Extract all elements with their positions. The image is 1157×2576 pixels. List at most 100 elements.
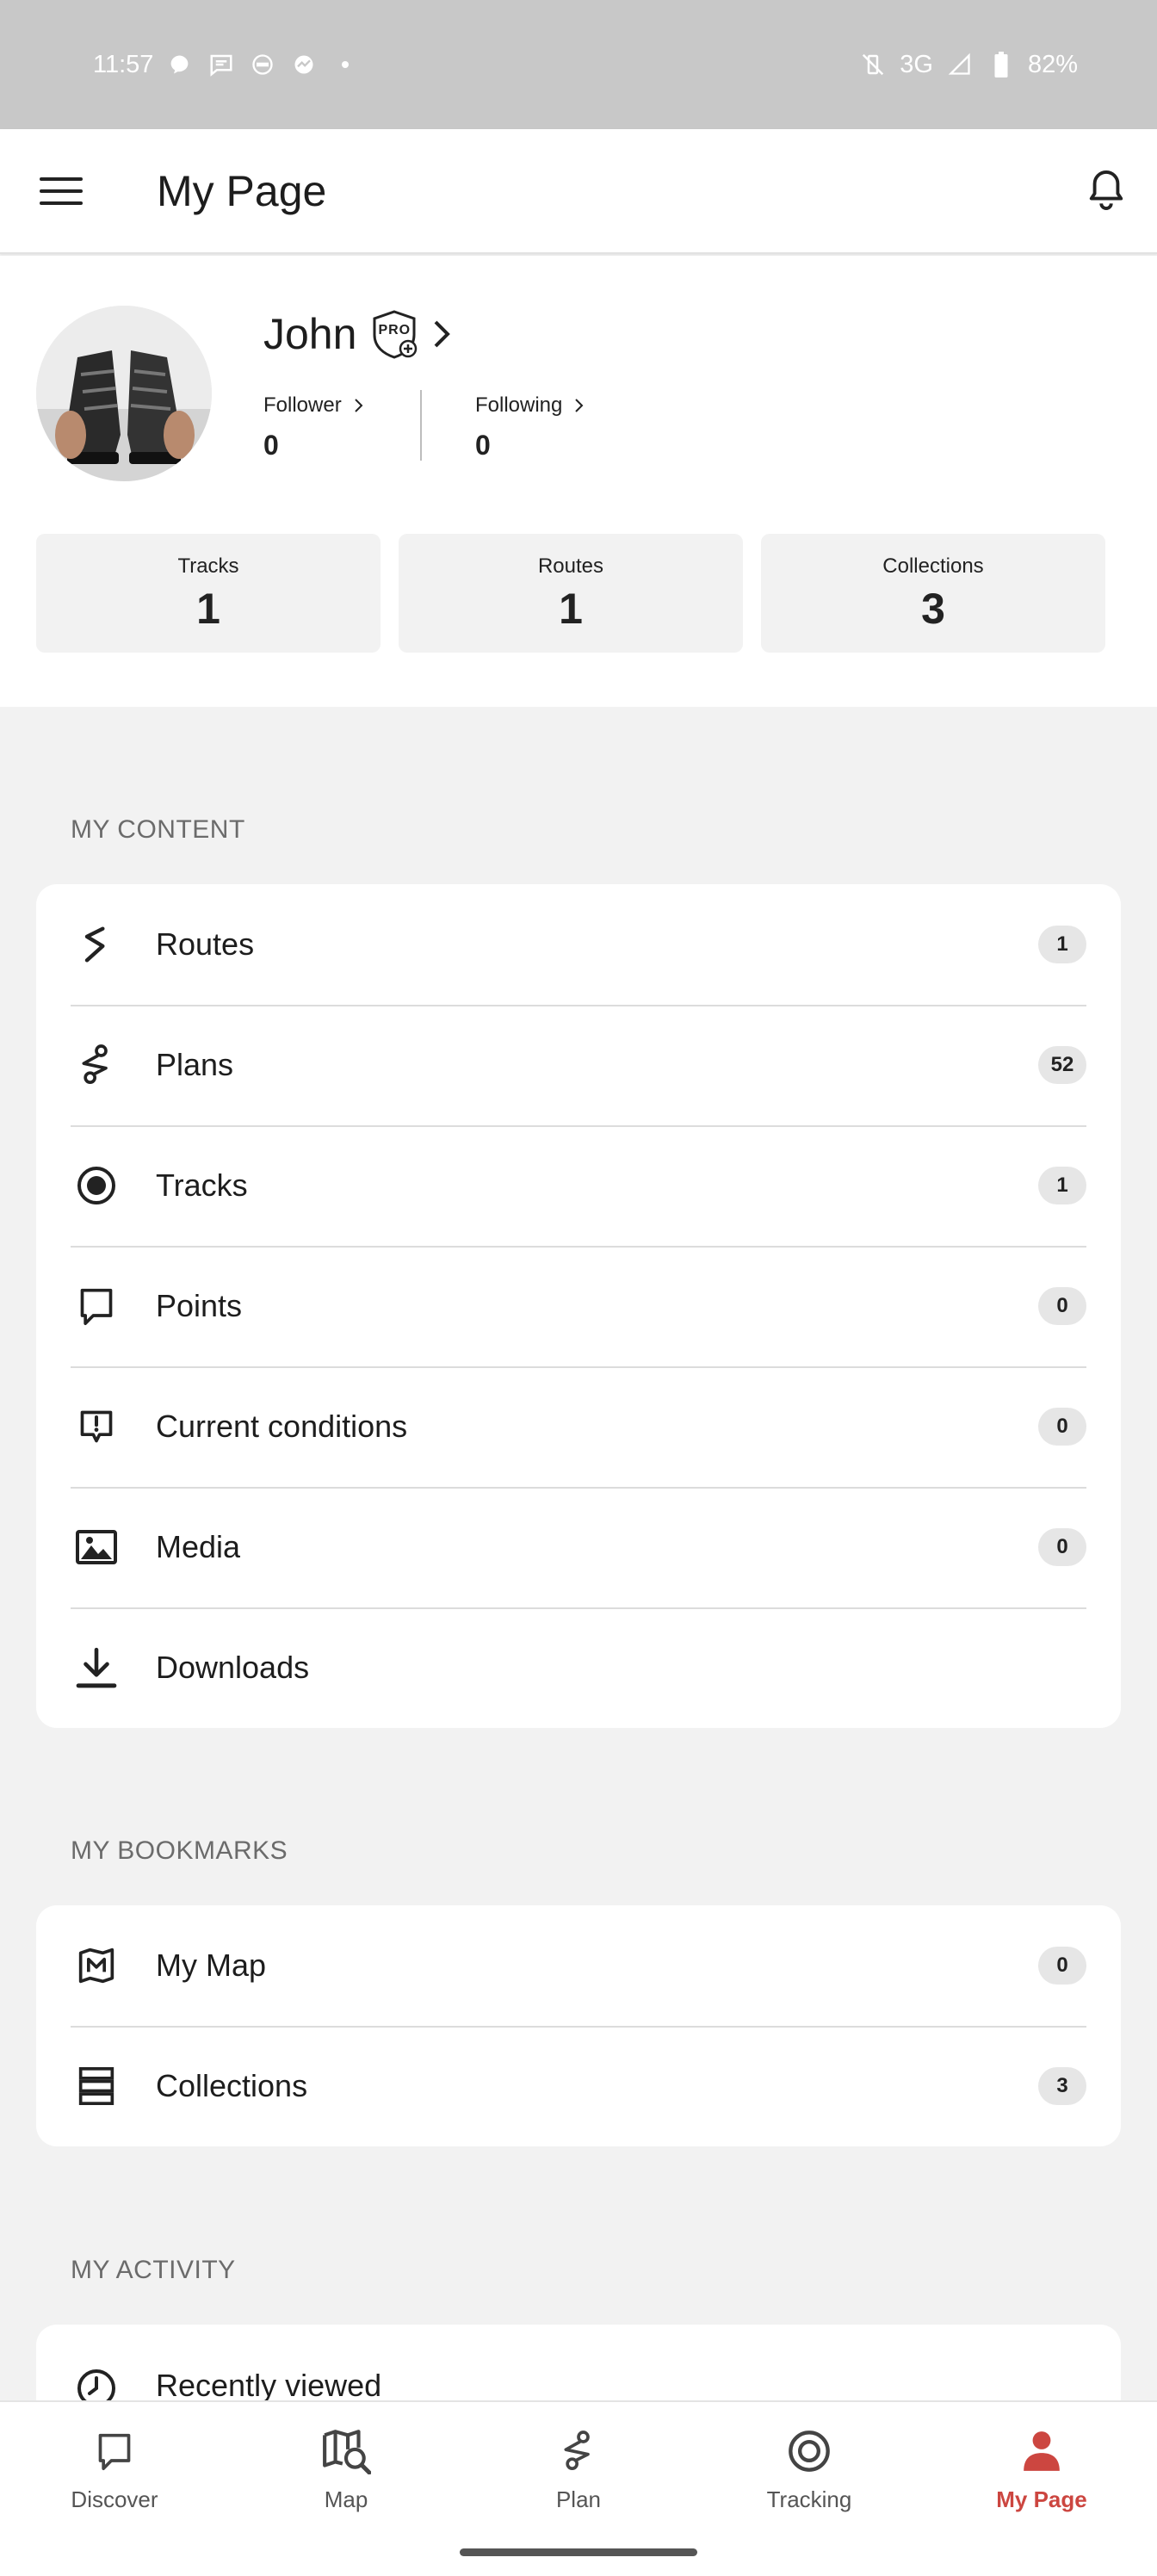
follow-divider: [420, 390, 422, 461]
list-item-plans[interactable]: Plans 52: [36, 1005, 1121, 1125]
count-badge: 1: [1038, 1167, 1086, 1204]
list-item-label: Collections: [156, 2068, 308, 2103]
count-badge: 0: [1038, 1287, 1086, 1325]
stat-label: Collections: [882, 554, 984, 578]
app-notification-icon: [289, 50, 319, 79]
stat-collections[interactable]: Collections 3: [761, 534, 1105, 653]
list-item-routes[interactable]: Routes 1: [36, 884, 1121, 1005]
nav-discover[interactable]: Discover: [28, 2423, 201, 2513]
stat-value: 1: [559, 585, 583, 633]
nav-label: Plan: [555, 2486, 602, 2512]
battery-icon: [987, 50, 1016, 79]
stat-value: 3: [921, 585, 945, 633]
list-item-downloads[interactable]: Downloads: [36, 1607, 1121, 1728]
list-item-collections[interactable]: Collections 3: [36, 2026, 1121, 2146]
route-icon: [71, 919, 122, 970]
stat-label: Routes: [537, 554, 604, 578]
plan-icon: [564, 2430, 590, 2470]
nav-label: My Page: [996, 2486, 1087, 2512]
follower-link[interactable]: Follower 0: [263, 393, 364, 461]
person-icon: [1024, 2431, 1060, 2471]
nav-tracking[interactable]: Tracking: [723, 2423, 895, 2513]
tracking-icon: [789, 2430, 830, 2472]
nav-plan[interactable]: Plan: [492, 2423, 665, 2513]
chat-bubble-icon: [165, 50, 195, 79]
user-name: John: [263, 310, 357, 358]
nav-my-page[interactable]: My Page: [956, 2423, 1128, 2513]
list-item-tracks[interactable]: Tracks 1: [36, 1125, 1121, 1246]
avatar[interactable]: [36, 306, 212, 481]
list-item-label: Downloads: [156, 1650, 310, 1685]
following-link[interactable]: Following 0: [475, 393, 585, 461]
list-item-label: My Map: [156, 1947, 267, 1983]
pro-badge-text: PRO: [378, 323, 411, 337]
chevron-right-icon: [575, 399, 584, 412]
count-badge: 1: [1038, 926, 1086, 963]
battery-level: 82%: [1027, 50, 1078, 78]
following-label: Following: [475, 393, 563, 417]
hamburger-menu-icon: [40, 177, 83, 205]
track-icon: [71, 1160, 122, 1211]
my-content-list: Routes 1 Plans 52 Tracks 1 Points 0 Curr…: [36, 884, 1121, 1728]
chevron-right-icon: [354, 399, 363, 412]
menu-button[interactable]: [33, 165, 90, 217]
bottom-navigation: Discover Map Plan Tracking My Page: [0, 2400, 1157, 2576]
list-item-label: Media: [156, 1529, 241, 1564]
list-item-label: Routes: [156, 926, 255, 962]
network-type: 3G: [900, 50, 933, 78]
my-bookmarks-heading: MY BOOKMARKS: [71, 1836, 288, 1865]
point-icon: [71, 1280, 122, 1332]
count-badge: 52: [1038, 1046, 1086, 1084]
more-notifications-icon: [331, 50, 360, 79]
notifications-button[interactable]: [1078, 162, 1135, 219]
page-title: My Page: [157, 167, 327, 215]
follower-label: Follower: [263, 393, 342, 417]
stat-label: Tracks: [177, 554, 239, 578]
count-badge: 0: [1038, 1528, 1086, 1566]
count-badge: 0: [1038, 1947, 1086, 1985]
list-item-label: Recently viewed: [156, 2368, 382, 2403]
avatar-boots-image: [36, 306, 212, 481]
list-item-label: Points: [156, 1288, 243, 1323]
follower-count: 0: [263, 430, 279, 461]
my-bookmarks-list: My Map 0 Collections 3: [36, 1905, 1121, 2146]
home-indicator[interactable]: [460, 2548, 697, 2556]
list-item-label: Current conditions: [156, 1409, 408, 1444]
list-item-label: Tracks: [156, 1167, 248, 1203]
map-search-icon: [323, 2430, 371, 2474]
download-icon: [71, 1642, 122, 1694]
list-item-current-conditions[interactable]: Current conditions 0: [36, 1366, 1121, 1487]
profile-name-link[interactable]: John PRO: [263, 309, 453, 359]
conditions-icon: [71, 1401, 122, 1452]
plan-icon: [71, 1039, 122, 1091]
map-icon: [71, 1940, 122, 1991]
list-item-label: Plans: [156, 1047, 234, 1082]
my-activity-heading: MY ACTIVITY: [71, 2256, 236, 2284]
pro-badge-icon: PRO: [370, 309, 418, 359]
profile-summary: John PRO Follower 0 Following 0 Tracks 1…: [0, 256, 1157, 707]
list-item-my-map[interactable]: My Map 0: [36, 1905, 1121, 2026]
stat-tracks[interactable]: Tracks 1: [36, 534, 381, 653]
nav-label: Tracking: [766, 2486, 852, 2512]
image-icon: [71, 1521, 122, 1573]
stats-row: Tracks 1 Routes 1 Collections 3: [36, 534, 1105, 653]
list-item-media[interactable]: Media 0: [36, 1487, 1121, 1607]
signal-icon: [945, 50, 974, 79]
count-badge: 0: [1038, 1408, 1086, 1446]
collections-icon: [71, 2060, 122, 2112]
following-count: 0: [475, 430, 491, 461]
chevron-right-icon: [435, 320, 451, 348]
list-item-points[interactable]: Points 0: [36, 1246, 1121, 1366]
app-notification-icon: [248, 50, 277, 79]
message-icon: [207, 50, 236, 79]
stat-routes[interactable]: Routes 1: [399, 534, 743, 653]
my-content-heading: MY CONTENT: [71, 815, 245, 844]
nav-label: Discover: [71, 2486, 158, 2512]
app-bar: My Page: [0, 129, 1157, 254]
status-bar: 11:57 3G 82%: [0, 0, 1157, 129]
stat-value: 1: [196, 585, 220, 633]
discover-icon: [98, 2433, 131, 2470]
status-time: 11:57: [93, 50, 154, 78]
bell-icon: [1089, 170, 1123, 210]
nav-map[interactable]: Map: [260, 2423, 432, 2513]
